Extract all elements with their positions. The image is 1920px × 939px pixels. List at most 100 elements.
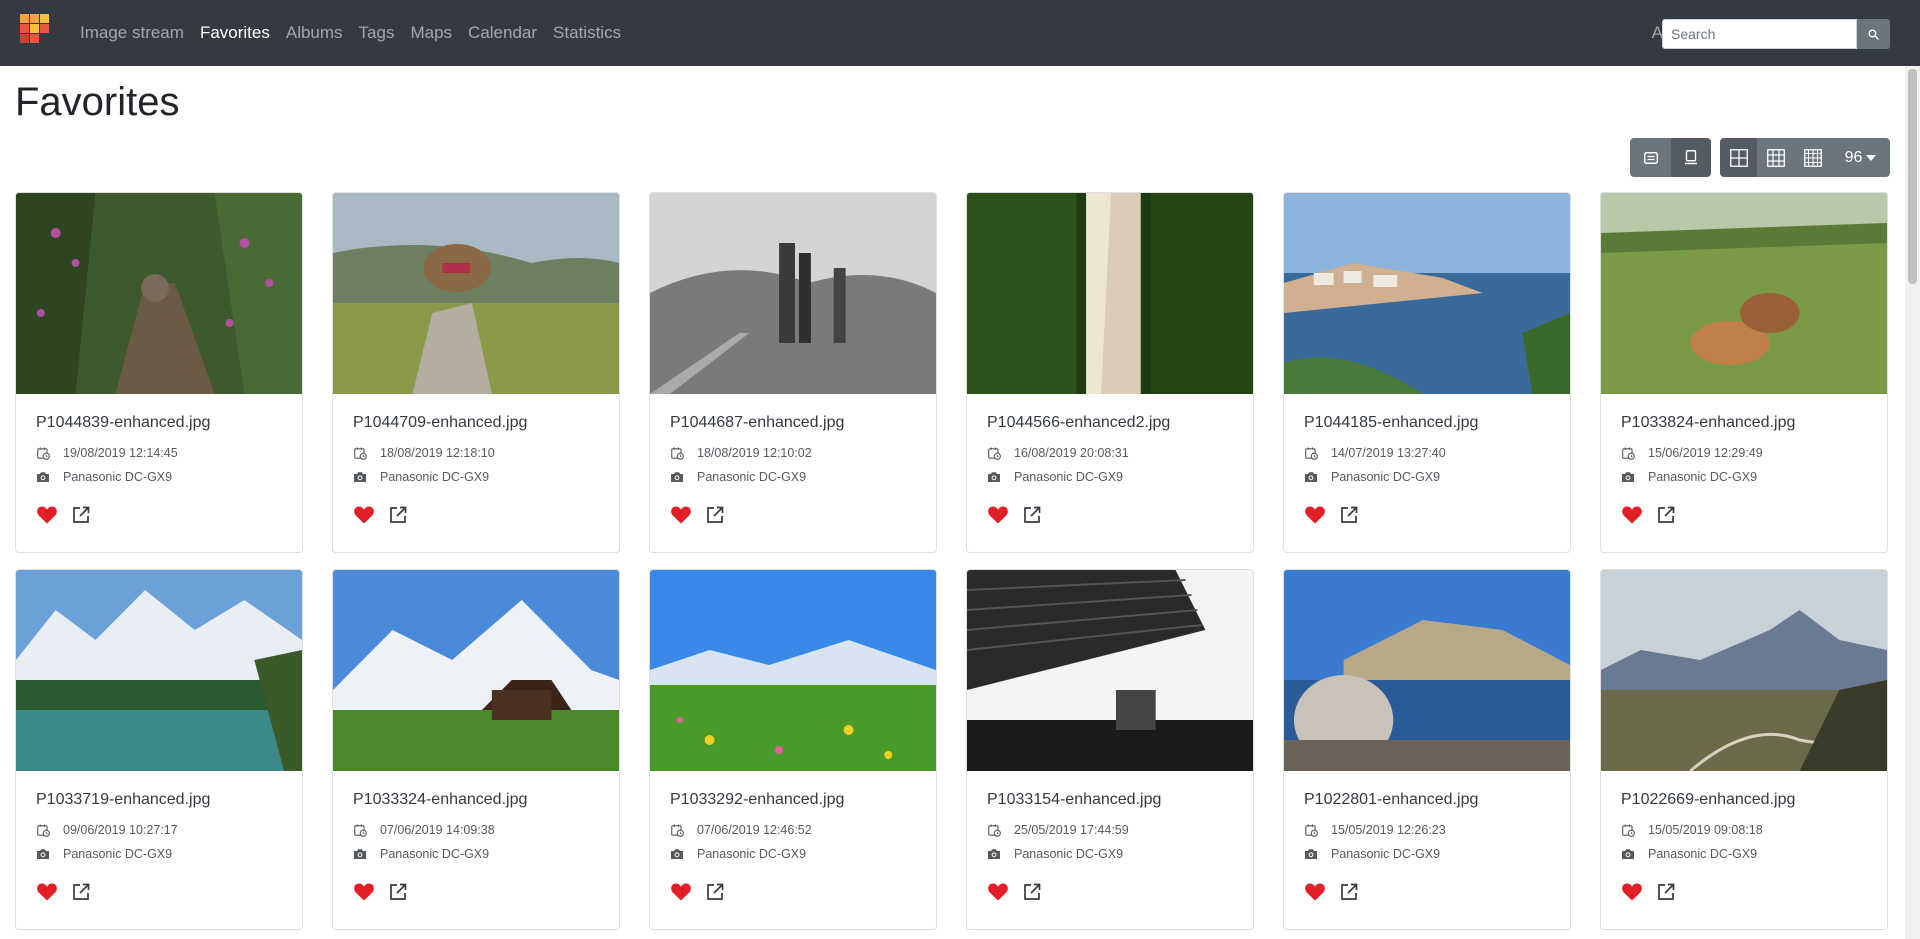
photo-date: 18/08/2019 12:18:10 (380, 446, 495, 460)
photo-thumbnail[interactable] (1284, 570, 1570, 771)
search-form (1662, 19, 1890, 49)
photo-card: P1044839-enhanced.jpg 19/08/2019 12:14:4… (15, 192, 303, 553)
search-button[interactable] (1857, 19, 1890, 49)
photo-thumbnail[interactable] (967, 193, 1253, 394)
photo-date-row: 15/06/2019 12:29:49 (1621, 444, 1867, 462)
open-external-icon[interactable] (1655, 504, 1677, 526)
photo-date: 15/06/2019 12:29:49 (1648, 446, 1763, 460)
calendar-clock-icon (353, 446, 367, 460)
favorite-heart-icon[interactable] (1304, 881, 1326, 903)
top-navbar: Image stream Favorites Albums Tags Maps … (0, 0, 1920, 66)
photo-date-row: 07/06/2019 14:09:38 (353, 821, 599, 839)
photo-filename[interactable]: P1044185-enhanced.jpg (1304, 414, 1550, 432)
photo-filename[interactable]: P1044566-enhanced2.jpg (987, 414, 1233, 432)
photo-camera-row: Panasonic DC-GX9 (353, 845, 599, 863)
photo-camera: Panasonic DC-GX9 (1331, 470, 1441, 484)
photo-camera: Panasonic DC-GX9 (1014, 470, 1124, 484)
open-external-icon[interactable] (1338, 504, 1360, 526)
grid-medium-icon (1766, 148, 1785, 167)
nav-link-favorites[interactable]: Favorites (200, 23, 270, 43)
photo-filename[interactable]: P1022801-enhanced.jpg (1304, 791, 1550, 809)
photo-thumbnail[interactable] (16, 193, 302, 394)
nav-link-statistics[interactable]: Statistics (553, 23, 621, 43)
favorite-heart-icon[interactable] (36, 881, 58, 903)
photo-grid: P1044839-enhanced.jpg 19/08/2019 12:14:4… (15, 192, 1891, 930)
photo-thumbnail[interactable] (333, 193, 619, 394)
photo-thumbnail[interactable] (1601, 193, 1887, 394)
photo-thumbnail[interactable] (650, 193, 936, 394)
photo-camera-row: Panasonic DC-GX9 (987, 845, 1233, 863)
nav-link-calendar[interactable]: Calendar (468, 23, 537, 43)
photo-thumbnail[interactable] (967, 570, 1253, 771)
photo-thumbnail[interactable] (16, 570, 302, 771)
photo-filename[interactable]: P1022669-enhanced.jpg (1621, 791, 1867, 809)
grid-large-button[interactable] (1720, 138, 1757, 177)
camera-icon (1304, 470, 1318, 484)
calendar-clock-icon (36, 446, 50, 460)
camera-icon (670, 847, 684, 861)
grid-medium-button[interactable] (1757, 138, 1794, 177)
favorite-heart-icon[interactable] (987, 504, 1009, 526)
card-view-button[interactable] (1671, 138, 1711, 177)
photo-camera-row: Panasonic DC-GX9 (670, 468, 916, 486)
favorite-heart-icon[interactable] (670, 504, 692, 526)
photo-date-row: 09/06/2019 10:27:17 (36, 821, 282, 839)
photo-camera: Panasonic DC-GX9 (1648, 470, 1758, 484)
photo-thumbnail[interactable] (1601, 570, 1887, 771)
open-external-icon[interactable] (704, 504, 726, 526)
calendar-clock-icon (1621, 446, 1635, 460)
favorite-heart-icon[interactable] (1304, 504, 1326, 526)
favorite-heart-icon[interactable] (987, 881, 1009, 903)
calendar-clock-icon (670, 446, 684, 460)
photo-thumbnail[interactable] (1284, 193, 1570, 394)
open-external-icon[interactable] (70, 881, 92, 903)
calendar-clock-icon (1304, 446, 1318, 460)
open-external-icon[interactable] (70, 504, 92, 526)
photo-filename[interactable]: P1033292-enhanced.jpg (670, 791, 916, 809)
grid-large-icon (1729, 148, 1748, 167)
photo-camera: Panasonic DC-GX9 (380, 470, 490, 484)
camera-icon (987, 470, 1001, 484)
photo-date-row: 15/05/2019 12:26:23 (1304, 821, 1550, 839)
photo-filename[interactable]: P1044687-enhanced.jpg (670, 414, 916, 432)
photo-filename[interactable]: P1033154-enhanced.jpg (987, 791, 1233, 809)
open-external-icon[interactable] (387, 881, 409, 903)
app-logo[interactable] (20, 14, 50, 48)
nav-link-tags[interactable]: Tags (359, 23, 395, 43)
open-external-icon[interactable] (1021, 881, 1043, 903)
photo-filename[interactable]: P1033324-enhanced.jpg (353, 791, 599, 809)
photo-date: 14/07/2019 13:27:40 (1331, 446, 1446, 460)
photo-filename[interactable]: P1044709-enhanced.jpg (353, 414, 599, 432)
favorite-heart-icon[interactable] (1621, 881, 1643, 903)
nav-link-maps[interactable]: Maps (410, 23, 452, 43)
open-external-icon[interactable] (1338, 881, 1360, 903)
list-view-button[interactable] (1630, 138, 1671, 177)
main-nav: Image stream Favorites Albums Tags Maps … (80, 0, 637, 66)
favorite-heart-icon[interactable] (36, 504, 58, 526)
calendar-clock-icon (1621, 823, 1635, 837)
open-external-icon[interactable] (387, 504, 409, 526)
nav-link-albums[interactable]: Albums (286, 23, 343, 43)
photo-thumbnail[interactable] (650, 570, 936, 771)
photo-filename[interactable]: P1044839-enhanced.jpg (36, 414, 282, 432)
favorite-heart-icon[interactable] (1621, 504, 1643, 526)
open-external-icon[interactable] (704, 881, 726, 903)
favorite-heart-icon[interactable] (353, 881, 375, 903)
grid-small-button[interactable] (1794, 138, 1831, 177)
page-size-dropdown[interactable]: 96 (1831, 138, 1890, 177)
search-input[interactable] (1662, 19, 1857, 49)
photo-filename[interactable]: P1033719-enhanced.jpg (36, 791, 282, 809)
page-scrollbar[interactable] (1905, 66, 1920, 939)
photo-card: P1044709-enhanced.jpg 18/08/2019 12:18:1… (332, 192, 620, 553)
photo-card: P1033324-enhanced.jpg 07/06/2019 14:09:3… (332, 569, 620, 930)
open-external-icon[interactable] (1021, 504, 1043, 526)
open-external-icon[interactable] (1655, 881, 1677, 903)
favorite-heart-icon[interactable] (670, 881, 692, 903)
scrollbar-thumb[interactable] (1908, 69, 1917, 284)
nav-link-image-stream[interactable]: Image stream (80, 23, 184, 43)
favorite-heart-icon[interactable] (353, 504, 375, 526)
photo-filename[interactable]: P1033824-enhanced.jpg (1621, 414, 1867, 432)
calendar-clock-icon (1304, 823, 1318, 837)
photo-camera-row: Panasonic DC-GX9 (1621, 468, 1867, 486)
photo-thumbnail[interactable] (333, 570, 619, 771)
